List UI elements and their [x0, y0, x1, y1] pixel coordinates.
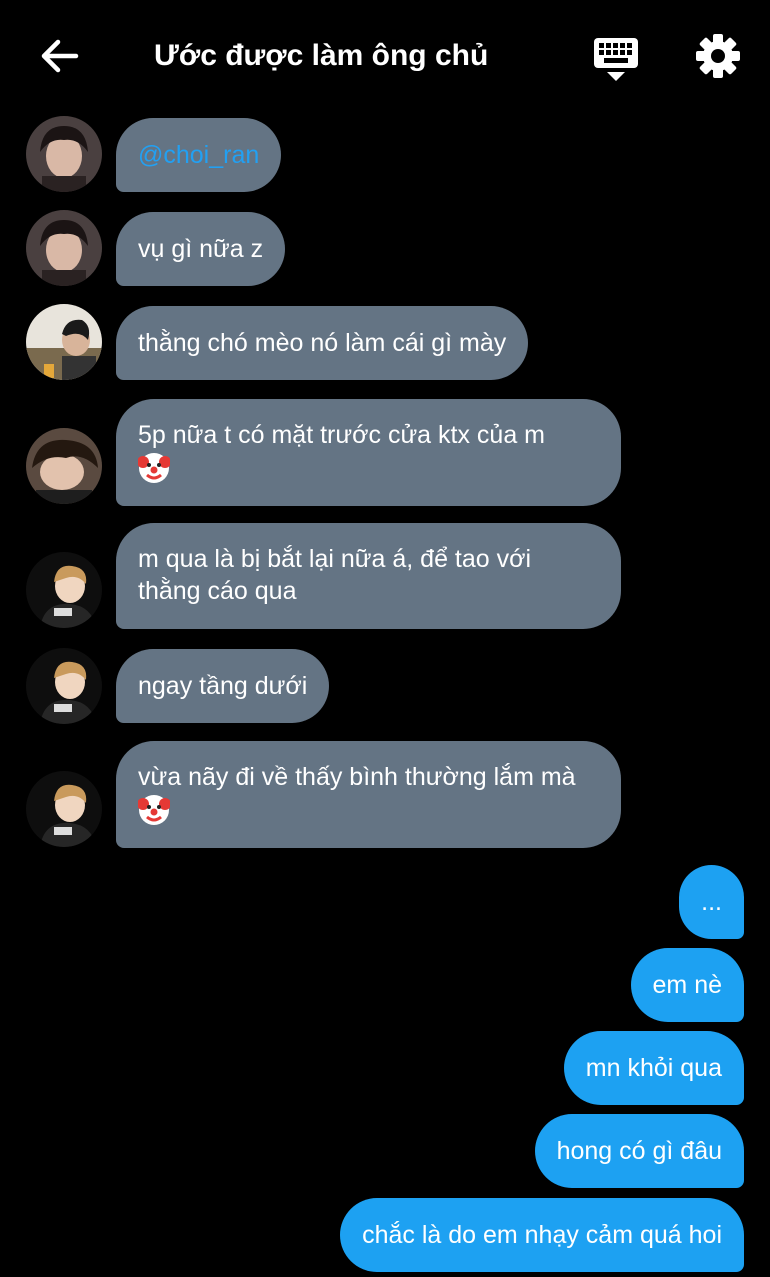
message-bubble[interactable]: ngay tầng dưới	[116, 649, 330, 723]
message-bubble-sent[interactable]: chắc là do em nhạy cảm quá hoi	[340, 1198, 744, 1272]
message-text: mn khỏi qua	[585, 1054, 722, 1082]
message-text: thằng chó mèo nó làm cái gì mày	[138, 329, 507, 357]
app-header: Ước được làm ông chủ	[0, 0, 770, 110]
message-bubble-sent[interactable]: mn khỏi qua	[563, 1031, 744, 1105]
message-text: vừa nãy đi về thấy bình thường lắm mà	[138, 763, 576, 791]
message-bubble-sent[interactable]: hong có gì đâu	[534, 1114, 744, 1188]
message-bubble-sent[interactable]: ...	[679, 865, 744, 939]
message-text: m qua là bị bắt lại nữa á, để tao với th…	[138, 545, 532, 605]
message-text: chắc là do em nhạy cảm quá hoi	[362, 1221, 722, 1249]
message-bubble[interactable]: @choi_ran	[116, 118, 282, 192]
arrow-left-icon	[41, 39, 79, 73]
mention-link[interactable]: @choi_ran	[138, 141, 259, 169]
avatar[interactable]	[26, 210, 102, 286]
settings-button[interactable]	[694, 32, 742, 80]
avatar[interactable]	[26, 552, 102, 628]
conversation-title: Ước được làm ông chủ	[154, 39, 489, 72]
avatar[interactable]	[26, 428, 102, 504]
message-bubble-sent[interactable]: em nè	[630, 948, 744, 1022]
clown-face-emoji	[138, 794, 170, 827]
avatar[interactable]	[26, 116, 102, 192]
keyboard-button[interactable]	[592, 36, 640, 82]
message-text: hong có gì đâu	[556, 1137, 722, 1165]
message-text: em nè	[652, 971, 722, 999]
message-bubble[interactable]: thằng chó mèo nó làm cái gì mày	[116, 306, 529, 380]
message-text: vụ gì nữa z	[138, 235, 264, 263]
message-bubble[interactable]: m qua là bị bắt lại nữa á, để tao với th…	[116, 523, 621, 629]
avatar[interactable]	[26, 648, 102, 724]
avatar[interactable]	[26, 304, 102, 380]
message-bubble[interactable]: vừa nãy đi về thấy bình thường lắm mà	[116, 741, 621, 849]
message-text: ngay tầng dưới	[138, 672, 308, 700]
message-bubble[interactable]: 5p nữa t có mặt trước cửa ktx của m	[116, 399, 621, 507]
message-text: ...	[701, 888, 722, 916]
message-bubble[interactable]: vụ gì nữa z	[116, 212, 286, 286]
clown-face-emoji	[138, 452, 170, 485]
avatar[interactable]	[26, 771, 102, 847]
keyboard-icon	[594, 38, 638, 81]
gear-icon	[696, 34, 740, 78]
message-text: 5p nữa t có mặt trước cửa ktx của m	[138, 421, 546, 449]
back-button[interactable]	[36, 34, 84, 78]
